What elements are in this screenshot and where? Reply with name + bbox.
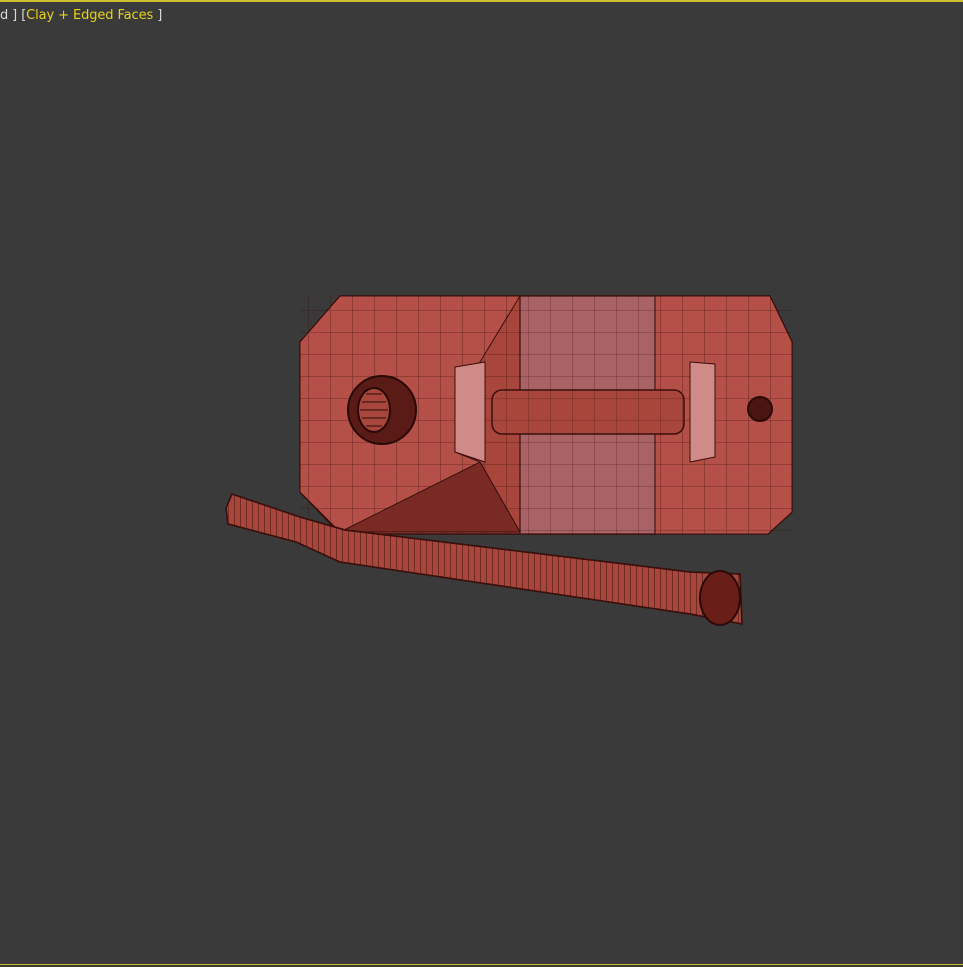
jerrycan-mesh[interactable] bbox=[299, 295, 793, 535]
3d-scene[interactable] bbox=[0, 2, 963, 967]
cap-thread bbox=[347, 375, 417, 445]
vent-hole bbox=[747, 396, 773, 422]
perspective-viewport[interactable]: d ] [Clay + Edged Faces ] bbox=[0, 0, 963, 965]
